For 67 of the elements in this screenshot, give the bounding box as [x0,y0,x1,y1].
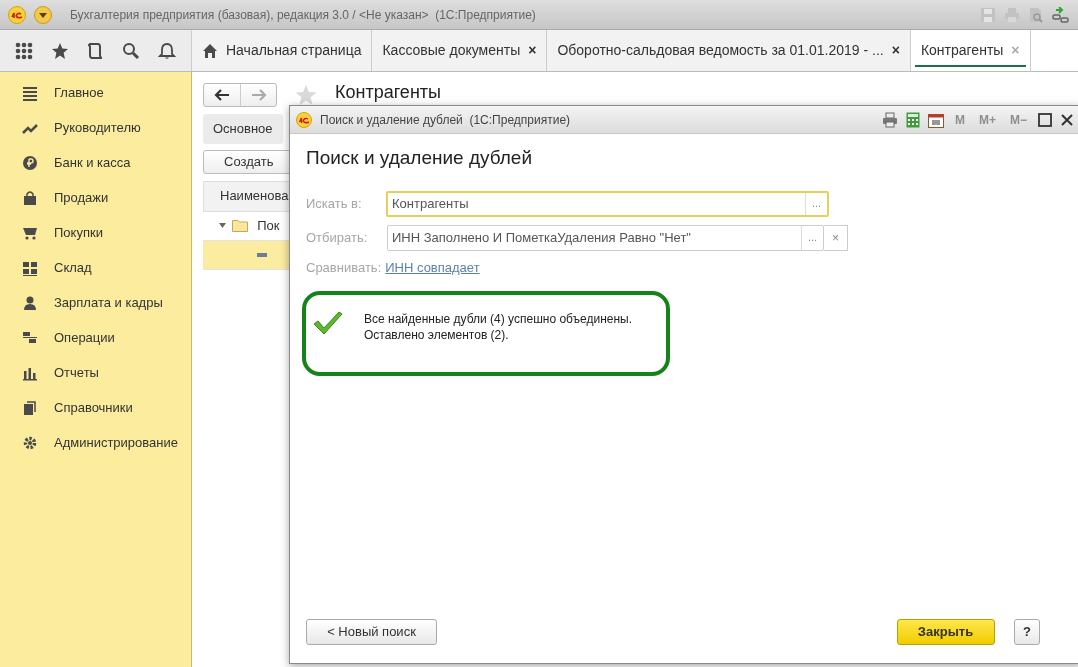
close-button[interactable]: Закрыть [896,619,995,645]
choice-button[interactable]: ... [801,225,823,250]
tab[interactable]: Кассовые документы × [372,30,548,71]
compare-link[interactable]: ИНН совпадает [385,257,480,278]
input-field[interactable]: Контрагенты ... [386,190,829,217]
calculator-icon[interactable] [905,111,920,128]
forward-arrow-icon [250,89,267,101]
star-icon[interactable] [50,41,69,60]
message-text: Все найденные дубли (4) успешно объединены. [364,310,633,327]
input-field[interactable]: ИНН Заполнено И ПометкаУдаления Равно "Нет" ... [387,224,824,251]
print-icon[interactable] [881,111,898,128]
message-text: Оставлено элементов (2). [364,326,510,343]
sidebar-item[interactable]: Продажи [54,187,109,208]
new-search-button[interactable]: < Новый поиск [306,619,437,645]
tab-label[interactable]: Контрагенты [920,40,1004,61]
documents-icon [22,399,38,416]
calendar-icon[interactable] [927,111,944,128]
bell-icon[interactable] [158,41,177,60]
tab[interactable]: Оборотно-сальдовая ведомость за 01.01.2019 - ... × [547,30,911,71]
clear-button[interactable]: × [824,224,848,251]
logo-icon [8,5,26,24]
back-arrow-icon [214,89,230,101]
expand-arrow-icon[interactable] [219,222,226,229]
sidebar-item[interactable]: Операции [54,327,115,348]
sidebar-item[interactable]: Банк и касса [54,152,131,173]
sidebar-item[interactable]: Склад [54,257,92,278]
link-icon[interactable] [1052,6,1070,23]
navigation-buttons[interactable] [203,83,277,107]
maximize-icon[interactable] [1038,112,1052,127]
folder-icon [232,219,248,232]
bag-icon [22,189,38,206]
home-icon [202,42,218,59]
sidebar-item[interactable]: Администрирование [54,432,178,453]
field-label: Сравнивать: [306,258,382,277]
sidebar-item[interactable]: Руководителю [54,117,141,138]
menu-icon [22,84,38,101]
sidebar-item[interactable]: Отчеты [54,362,99,383]
item-marker-icon [257,252,267,257]
close-tab-button[interactable]: × [891,40,900,61]
dialog-heading: Поиск и удаление дублей [306,146,534,170]
search-icon[interactable] [122,41,141,60]
sidebar-item[interactable]: Главное [54,82,104,103]
settings-icon [22,434,38,451]
dropdown-icon[interactable] [34,5,52,24]
help-button[interactable]: ? [1014,619,1040,645]
checkmark-icon [312,310,344,337]
window-title: Бухгалтерия предприятия (базовая), редакция 3.0 / <Не указан> (1С:Предприятие) [70,6,536,24]
dialog-title: Поиск и удаление дублей (1С:Предприятие) [320,111,571,129]
tab[interactable]: Начальная страница [192,30,373,71]
close-icon[interactable] [1060,112,1074,127]
history-icon[interactable] [86,41,105,60]
tab-label[interactable]: Оборотно-сальдовая ведомость за 01.01.2019 - ... [557,40,884,61]
sidebar-item[interactable]: Справочники [54,397,133,418]
section-button[interactable]: Основное [203,113,283,144]
grid-icon [22,259,38,276]
tab-label[interactable]: Начальная страница [226,40,362,61]
choice-button[interactable]: ... [805,192,827,215]
table-cell-text: Пок [257,216,280,235]
tab-label[interactable]: Кассовые документы [382,40,521,61]
logo-icon [296,111,312,128]
favorite-star-icon[interactable] [295,84,317,106]
page-title: Контрагенты [335,82,441,102]
apps-grid-icon[interactable] [14,41,33,60]
close-tab-button[interactable]: × [528,40,537,61]
sidebar-item[interactable]: Зарплата и кадры [54,292,163,313]
person-icon [22,294,38,311]
sidebar-item[interactable]: Покупки [54,222,103,243]
